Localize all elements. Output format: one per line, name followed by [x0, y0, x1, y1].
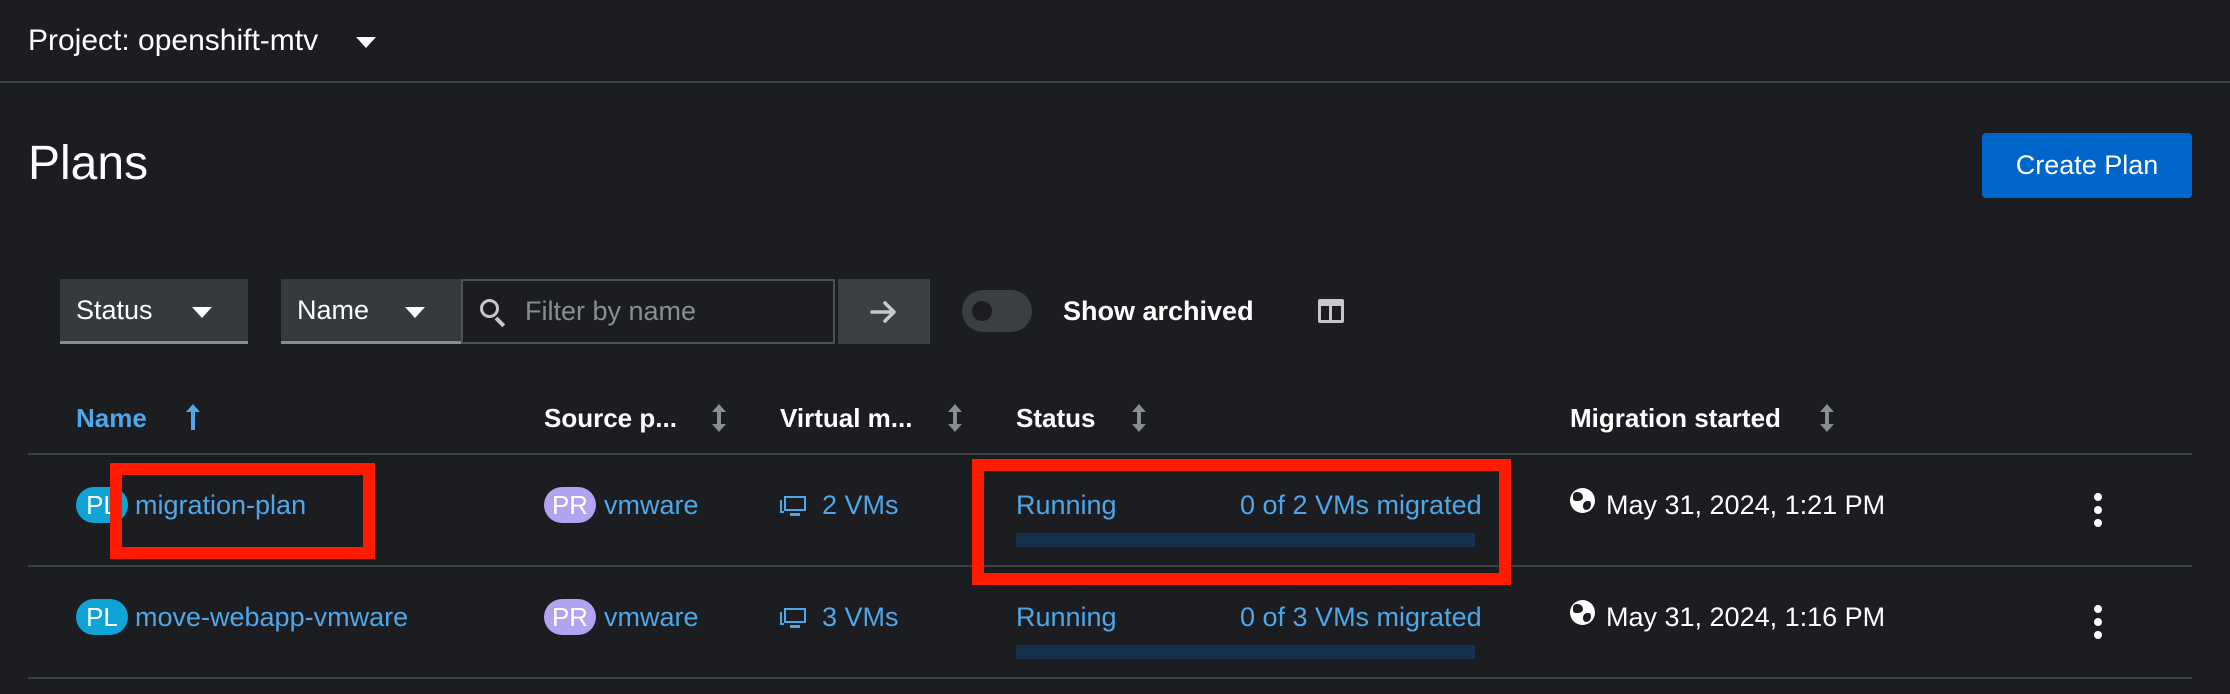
virtual-machine-icon [780, 608, 806, 628]
column-header-virtual-machines[interactable]: Virtual m... [780, 403, 912, 434]
vms-count-link[interactable]: 2 VMs [822, 490, 899, 521]
plan-badge: PL [76, 599, 128, 635]
show-archived-toggle[interactable] [962, 290, 1032, 332]
source-provider-link[interactable]: vmware [604, 490, 699, 521]
virtual-machine-icon [780, 496, 806, 516]
sort-icon[interactable] [1820, 404, 1834, 432]
toggle-knob [972, 301, 992, 321]
status-link[interactable]: Running [1016, 490, 1117, 521]
search-box [461, 279, 835, 344]
column-header-status[interactable]: Status [1016, 403, 1095, 434]
show-archived-label: Show archived [1063, 296, 1254, 326]
plan-name-link[interactable]: move-webapp-vmware [135, 602, 408, 633]
migration-progress-bar [1016, 645, 1475, 659]
globe-icon [1570, 600, 1595, 625]
vms-count-link[interactable]: 3 VMs [822, 602, 899, 633]
name-filter-label: Name [297, 294, 370, 325]
migration-progress-bar [1016, 533, 1475, 547]
table-divider [28, 677, 2192, 679]
status-link[interactable]: Running [1016, 602, 1117, 633]
status-filter-label: Status [76, 294, 153, 325]
sort-icon[interactable] [948, 404, 962, 432]
create-plan-button[interactable]: Create Plan [1982, 133, 2192, 198]
column-header-migration-started[interactable]: Migration started [1570, 403, 1781, 434]
table-row: PL migration-plan PR vmware 2 VMs Runnin… [0, 455, 2230, 565]
arrow-right-icon [870, 300, 896, 323]
page-title: Plans [28, 137, 149, 190]
column-header-name[interactable]: Name [76, 403, 147, 434]
search-input[interactable] [525, 296, 825, 327]
source-provider-link[interactable]: vmware [604, 602, 699, 633]
search-submit-button[interactable] [838, 279, 930, 344]
kebab-menu-icon[interactable] [2088, 493, 2108, 527]
column-header-source-provider[interactable]: Source p... [544, 403, 677, 434]
caret-down-icon[interactable] [356, 37, 377, 48]
manage-columns-icon[interactable] [1318, 299, 1344, 323]
globe-icon [1570, 488, 1595, 513]
migrated-count-link[interactable]: 0 of 3 VMs migrated [1240, 602, 1482, 633]
status-filter-dropdown[interactable]: Status [60, 279, 248, 344]
caret-down-icon [192, 307, 212, 318]
sort-icon[interactable] [712, 404, 726, 432]
migration-started-date: May 31, 2024, 1:16 PM [1606, 602, 1886, 632]
provider-badge: PR [544, 487, 596, 523]
table-row: PL move-webapp-vmware PR vmware 3 VMs Ru… [0, 567, 2230, 677]
project-selector-label[interactable]: Project: openshift-mtv [28, 24, 318, 58]
project-bar: Project: openshift-mtv [0, 0, 2230, 83]
plan-name-link[interactable]: migration-plan [135, 490, 306, 521]
kebab-menu-icon[interactable] [2088, 605, 2108, 639]
name-filter-dropdown[interactable]: Name [281, 279, 461, 344]
sort-ascending-icon[interactable] [186, 404, 200, 432]
plan-badge: PL [76, 487, 128, 523]
search-icon [479, 298, 507, 327]
migration-started-date: May 31, 2024, 1:21 PM [1606, 490, 1886, 520]
caret-down-icon [405, 307, 425, 318]
migrated-count-link[interactable]: 0 of 2 VMs migrated [1240, 490, 1482, 521]
sort-icon[interactable] [1132, 404, 1146, 432]
provider-badge: PR [544, 599, 596, 635]
